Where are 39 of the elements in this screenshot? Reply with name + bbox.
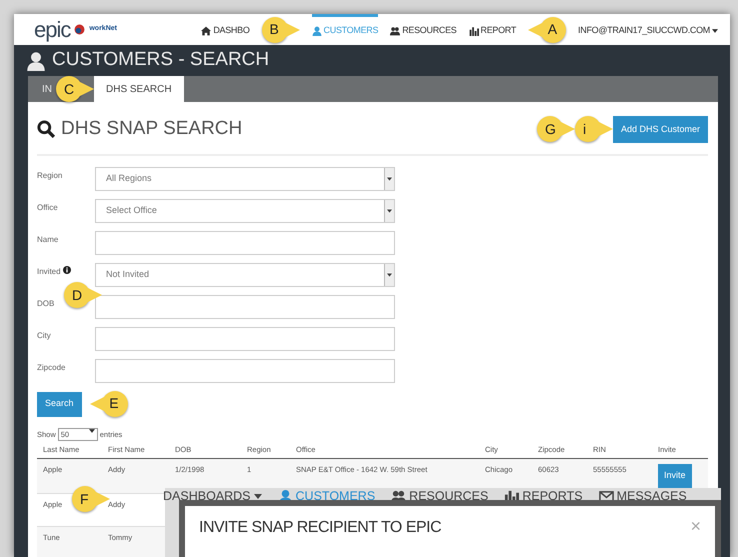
chevron-down-icon xyxy=(387,208,392,212)
field-label: Office xyxy=(37,202,58,214)
field-label: Invited xyxy=(37,266,61,278)
page-title: CUSTOMERS - SEARCH xyxy=(52,48,270,72)
panel-title: DHS SNAP SEARCH xyxy=(61,117,242,141)
select-field[interactable]: Select Office xyxy=(95,198,395,222)
invite-button[interactable]: Invite xyxy=(658,464,692,488)
modal-title: INVITE SNAP RECIPIENT TO EPIC xyxy=(199,518,442,538)
field-label: City xyxy=(37,330,51,342)
nav-link[interactable]: DASHBO xyxy=(201,14,250,45)
logo-text: epic xyxy=(34,18,70,40)
input-field[interactable] xyxy=(95,358,395,382)
chevron-down-icon xyxy=(387,272,392,276)
nav-link[interactable]: INFO@TRAIN17_SIUCCWD.COM xyxy=(578,14,718,45)
home-icon xyxy=(201,26,212,36)
field-label: Name xyxy=(37,234,58,246)
chevron-down-icon xyxy=(387,176,392,180)
select-field[interactable]: Not Invited xyxy=(95,262,395,286)
add-customer-button[interactable]: Add DHS Customer xyxy=(612,116,708,143)
select-field[interactable]: All Regions xyxy=(95,166,395,190)
input-field[interactable] xyxy=(95,294,395,318)
input-field[interactable] xyxy=(95,326,395,350)
tab[interactable]: IN xyxy=(38,76,56,102)
globe-icon xyxy=(74,24,86,35)
field-label: Region xyxy=(37,170,62,182)
input-field[interactable] xyxy=(95,230,395,254)
chevron-down-icon xyxy=(88,428,95,432)
tab[interactable]: DHS SEARCH xyxy=(94,76,184,102)
bar-chart-icon xyxy=(468,26,478,36)
person-icon xyxy=(26,50,46,70)
nav-link[interactable]: RESOURCES xyxy=(390,14,456,45)
field-label: DOB xyxy=(37,298,54,310)
search-icon xyxy=(37,120,55,138)
search-button[interactable]: Search xyxy=(37,392,82,416)
people-icon xyxy=(390,26,400,36)
person-icon xyxy=(312,26,322,36)
field-label: Zipcode xyxy=(37,362,66,374)
caret-icon xyxy=(712,29,718,33)
nav-link[interactable]: REPORT xyxy=(468,14,516,45)
